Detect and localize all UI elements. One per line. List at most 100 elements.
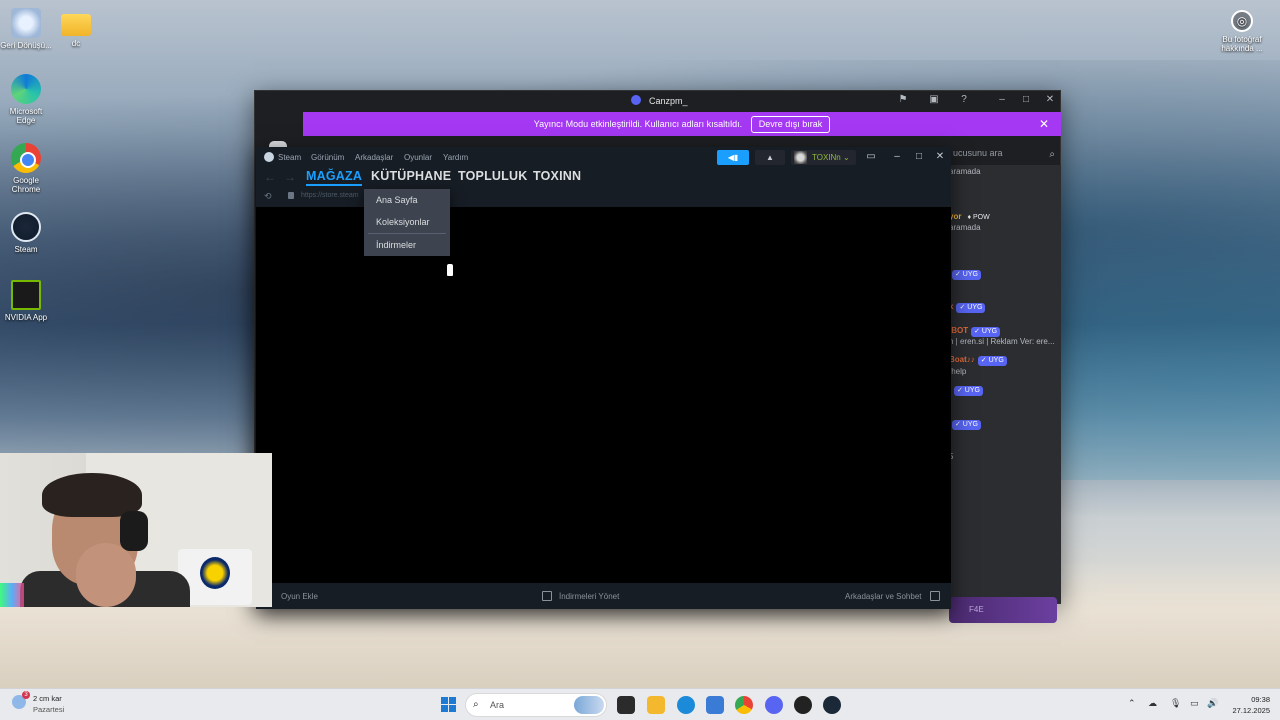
manage-downloads-button[interactable]: İndirmeleri Yönet <box>559 592 619 601</box>
member-item[interactable]: Boat♪♪ ✓ UYG <box>949 355 1007 366</box>
close-icon[interactable]: ✕ <box>1044 94 1056 106</box>
member-status: /help <box>949 367 967 376</box>
system-clock[interactable]: 09:38 27.12.2025 <box>1224 694 1270 716</box>
reload-icon[interactable]: ⟲ <box>264 191 272 202</box>
folder-icon[interactable] <box>647 696 665 714</box>
member-status: aramada <box>949 223 981 232</box>
desktop-icon-nvidia[interactable]: NVIDIA App <box>0 280 52 322</box>
tab-store[interactable]: MAĞAZA <box>306 169 363 186</box>
url-text[interactable]: https://store.steam <box>301 192 359 199</box>
desktop-icon-label: dc <box>71 39 81 48</box>
server-boost-banner[interactable]: F4E <box>949 597 1057 623</box>
menu-help[interactable]: Yardım <box>443 153 468 162</box>
banner-text: Yayıncı Modu etkinleştirildi. Kullanıcı … <box>533 119 743 129</box>
weather-day: Pazartesi <box>33 705 65 714</box>
minimize-icon[interactable]: – <box>890 150 904 164</box>
webcam-overlay <box>0 453 272 607</box>
start-button[interactable] <box>441 697 456 712</box>
windows-icon-tile <box>449 705 456 712</box>
file-explorer-icon[interactable] <box>617 696 635 714</box>
display-icon[interactable]: ▭ <box>1190 698 1199 709</box>
minimize-icon[interactable]: – <box>996 94 1008 106</box>
dropdown-item-collections[interactable]: Koleksiyonlar <box>364 211 450 233</box>
big-picture-icon[interactable]: ▭ <box>864 150 878 164</box>
notification-badge: 3 <box>22 691 30 699</box>
rgb-light <box>0 583 24 607</box>
edge-icon[interactable] <box>677 696 695 714</box>
steam-icon[interactable] <box>823 696 841 714</box>
desktop-icon-recycle-bin[interactable]: Geri Dönüşü... <box>0 8 52 50</box>
megaphone-icon: ◀▮ <box>727 153 739 162</box>
tab-profile[interactable]: TOXINN <box>533 169 581 183</box>
tab-library[interactable]: KÜTÜPHANE <box>371 169 451 183</box>
menu-view[interactable]: Görünüm <box>311 153 344 162</box>
chrome-icon[interactable] <box>735 696 753 714</box>
back-arrow-icon[interactable]: ← <box>264 170 276 184</box>
member-item[interactable]: ✓ UYG <box>949 269 981 280</box>
chevron-up-icon[interactable]: ⌃ <box>1128 698 1136 709</box>
club-logo-icon <box>200 557 230 589</box>
menu-games[interactable]: Oyunlar <box>404 153 432 162</box>
desktop-icon-steam[interactable]: Steam <box>0 212 52 254</box>
disable-streamer-mode-button[interactable]: Devre dışı bırak <box>750 116 831 133</box>
network-icon[interactable]: ☁ <box>1148 698 1157 709</box>
menu-friends[interactable]: Arkadaşlar <box>355 153 393 162</box>
member-tag: ✓ UYG <box>977 356 1007 366</box>
dropdown-item-downloads[interactable]: İndirmeler <box>364 234 450 256</box>
chrome-icon <box>11 143 41 173</box>
discord-icon[interactable] <box>765 696 783 714</box>
search-icon: ⌕ <box>1049 149 1055 160</box>
folder-icon <box>61 14 91 36</box>
photo-info-button[interactable]: ◎ Bu fotoğraf hakkında ... <box>1216 10 1268 53</box>
app-icon[interactable] <box>794 696 812 714</box>
steam-menubar: Steam Görünüm Arkadaşlar Oyunlar Yardım … <box>256 147 951 167</box>
notifications-button[interactable]: ▲ <box>755 150 785 165</box>
member-tag: ✓ UYG <box>971 327 1001 337</box>
member-tag: ✓ UYG <box>952 270 981 280</box>
desktop-icon-label: Google Chrome <box>11 176 41 194</box>
member-item[interactable]: yor ♦ POW <box>949 212 993 223</box>
help-icon[interactable]: ? <box>958 94 970 106</box>
windows-icon-tile <box>449 697 456 704</box>
avatar <box>794 151 807 164</box>
desktop-icon-edge[interactable]: Microsoft Edge <box>0 74 52 125</box>
steam-window: Steam Görünüm Arkadaşlar Oyunlar Yardım … <box>256 147 951 609</box>
menu-steam[interactable]: Steam <box>278 153 301 162</box>
desktop-icon-label: Microsoft Edge <box>9 107 43 125</box>
webcam-person-hand <box>76 543 136 607</box>
dropdown-item-home[interactable]: Ana Sayfa <box>364 189 450 211</box>
desktop-icon-chrome[interactable]: Google Chrome <box>0 143 52 194</box>
member-name: IBOT <box>949 326 969 335</box>
member-tag: ✓ UYG <box>956 303 986 313</box>
profile-button[interactable]: TOXINn ⌄ <box>791 150 856 165</box>
maximize-icon[interactable]: □ <box>912 150 926 164</box>
profile-username: TOXINn <box>812 153 841 162</box>
store-icon[interactable] <box>706 696 724 714</box>
inbox-icon[interactable]: ▣ <box>928 94 940 106</box>
flag-icon[interactable]: ⚑ <box>897 94 909 106</box>
discord-titlebar: Canzpm_ ⚑ ▣ ? – □ ✕ <box>255 91 1060 111</box>
edge-icon <box>11 74 41 104</box>
tab-community[interactable]: TOPLULUK <box>458 169 527 183</box>
volume-icon[interactable]: 🔊 <box>1207 698 1218 709</box>
friends-chat-button[interactable]: Arkadaşlar ve Sohbet <box>845 592 922 601</box>
microphone-icon[interactable]: 🎙 <box>1170 698 1181 709</box>
maximize-icon[interactable]: □ <box>1020 94 1032 106</box>
close-icon[interactable]: ✕ <box>1039 112 1049 136</box>
member-item[interactable]: x ✓ UYG <box>949 302 986 313</box>
desktop-icon-dc-folder[interactable]: dc <box>50 8 102 48</box>
member-item[interactable]: ✓ UYG <box>951 385 983 396</box>
member-item[interactable]: ✓ UYG <box>949 419 981 430</box>
add-game-button[interactable]: Oyun Ekle <box>281 592 318 601</box>
desktop-icon-label: NVIDIA App <box>4 313 48 322</box>
bell-icon: ▲ <box>766 153 774 162</box>
forward-arrow-icon[interactable]: → <box>284 170 296 184</box>
member-search-input[interactable]: ucusunu ara ⌕ <box>949 144 1059 162</box>
member-item[interactable]: aramada <box>949 167 981 176</box>
taskbar-search-input[interactable]: ⌕ Ara <box>465 693 607 717</box>
broadcast-button[interactable]: ◀▮ <box>717 150 749 165</box>
member-item[interactable]: IBOT ✓ UYG <box>949 326 1001 337</box>
clock-time: 09:38 <box>1251 695 1270 704</box>
steam-bottombar: Oyun Ekle İndirmeleri Yönet Arkadaşlar v… <box>256 583 951 609</box>
close-icon[interactable]: ✕ <box>933 150 947 164</box>
